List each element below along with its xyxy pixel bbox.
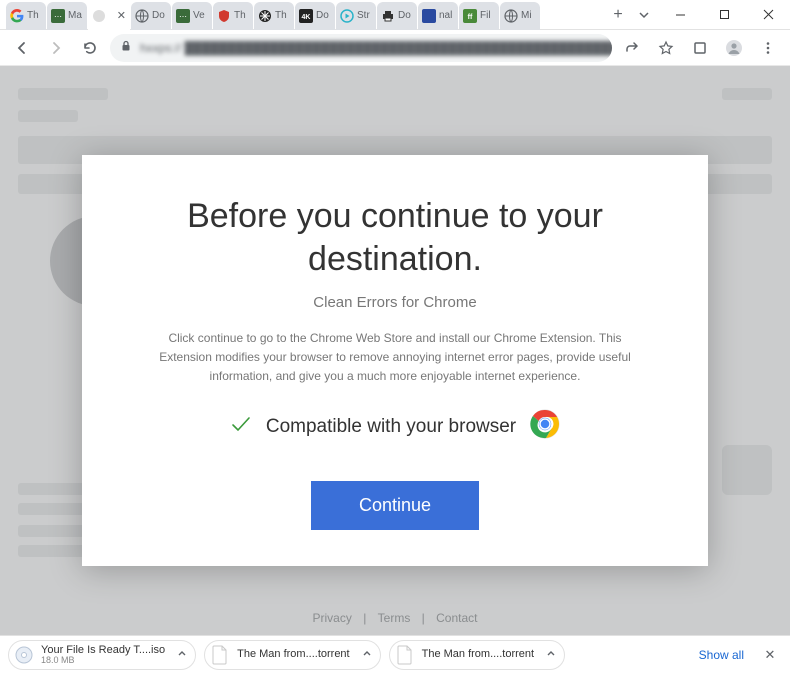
downloads-show-all-link[interactable]: Show all xyxy=(699,648,744,662)
browser-toolbar: hxxps:// ███████████████████████████████… xyxy=(0,30,790,66)
globe-icon xyxy=(504,9,518,23)
window-minimize-button[interactable] xyxy=(658,0,702,30)
tab-label: Th xyxy=(27,10,39,21)
tab-label: Do xyxy=(152,10,165,21)
menu-button[interactable] xyxy=(754,34,782,62)
window-controls xyxy=(658,0,790,30)
footer-sep: | xyxy=(422,611,425,625)
skeleton-block xyxy=(722,445,772,495)
burst-icon xyxy=(258,9,272,23)
tab-label: Mi xyxy=(521,10,532,21)
browser-tab[interactable]: ⋯ Ma xyxy=(47,2,87,30)
modal-description: Click continue to go to the Chrome Web S… xyxy=(132,329,658,387)
url-text: hxxps:// ███████████████████████████████… xyxy=(140,41,612,55)
tab-label: Ve xyxy=(193,10,205,21)
svg-text:⋯: ⋯ xyxy=(54,12,62,21)
browser-tab[interactable]: 4K Do xyxy=(295,2,335,30)
browser-tab[interactable]: Do xyxy=(377,2,417,30)
svg-text:ff: ff xyxy=(468,14,473,21)
share-button[interactable] xyxy=(618,34,646,62)
chevron-up-icon[interactable] xyxy=(362,648,372,661)
google-icon xyxy=(10,9,24,23)
downloads-close-button[interactable]: ✕ xyxy=(758,643,782,667)
svg-text:⋯: ⋯ xyxy=(179,12,187,21)
browser-tab[interactable]: ⋯ Ve xyxy=(172,2,212,30)
skeleton-line xyxy=(18,88,108,100)
4k-icon: 4K xyxy=(299,9,313,23)
square-icon xyxy=(422,9,436,23)
browser-tab[interactable]: Th xyxy=(213,2,253,30)
ff-icon: ff xyxy=(463,9,477,23)
download-name: The Man from....torrent xyxy=(237,648,349,660)
modal-heading: Before you continue to your destination. xyxy=(132,195,658,280)
window-titlebar: Th ⋯ Ma ✕ Do ⋯ Ve Th Th 4K Do Str Do nal ff Fil Mi + xyxy=(0,0,790,30)
downloads-bar: Your File Is Ready T....iso18.0 MB The Ma… xyxy=(0,635,790,673)
tab-overflow-button[interactable] xyxy=(630,9,658,21)
browser-tab[interactable]: Str xyxy=(336,2,376,30)
reload-button[interactable] xyxy=(76,34,104,62)
green-icon: ⋯ xyxy=(51,9,65,23)
download-name: The Man from....torrent xyxy=(422,648,534,660)
play-icon xyxy=(340,9,354,23)
download-item[interactable]: Your File Is Ready T....iso18.0 MB xyxy=(8,640,196,670)
browser-tab[interactable]: Mi xyxy=(500,2,540,30)
footer-contact-link[interactable]: Contact xyxy=(436,611,477,625)
green-icon: ⋯ xyxy=(176,9,190,23)
shield-icon xyxy=(217,9,231,23)
browser-tab[interactable]: ✕ xyxy=(88,2,130,30)
tab-label: nal xyxy=(439,10,452,21)
skeleton-line xyxy=(722,88,772,100)
tab-strip: Th ⋯ Ma ✕ Do ⋯ Ve Th Th 4K Do Str Do nal ff Fil Mi xyxy=(0,0,606,30)
disc-icon xyxy=(13,644,35,666)
profile-button[interactable] xyxy=(720,34,748,62)
download-item[interactable]: The Man from....torrent xyxy=(389,640,565,670)
printer-icon xyxy=(381,9,395,23)
extensions-button[interactable] xyxy=(686,34,714,62)
chevron-up-icon[interactable] xyxy=(177,648,187,661)
download-item[interactable]: The Man from....torrent xyxy=(204,640,380,670)
footer-sep: | xyxy=(363,611,366,625)
window-maximize-button[interactable] xyxy=(702,0,746,30)
chevron-up-icon[interactable] xyxy=(546,648,556,661)
globe-icon xyxy=(135,9,149,23)
file-icon xyxy=(209,644,231,666)
bookmark-button[interactable] xyxy=(652,34,680,62)
tab-label: Fil xyxy=(480,10,491,21)
tab-label: Do xyxy=(316,10,329,21)
footer-terms-link[interactable]: Terms xyxy=(378,611,411,625)
browser-tab[interactable]: Do xyxy=(131,2,171,30)
tab-label: Th xyxy=(234,10,246,21)
browser-tab[interactable]: ff Fil xyxy=(459,2,499,30)
tab-label: Th xyxy=(275,10,287,21)
address-bar[interactable]: hxxps:// ███████████████████████████████… xyxy=(110,34,612,62)
download-size: 18.0 MB xyxy=(41,656,165,666)
tab-label: Do xyxy=(398,10,411,21)
checkmark-icon xyxy=(230,413,252,441)
page-footer-links: Privacy | Terms | Contact xyxy=(0,611,790,625)
window-close-button[interactable] xyxy=(746,0,790,30)
tab-label: Str xyxy=(357,10,370,21)
modal-subheading: Clean Errors for Chrome xyxy=(132,294,658,311)
blank-icon xyxy=(92,9,106,23)
chrome-icon xyxy=(530,409,560,445)
skeleton-line xyxy=(18,110,78,122)
browser-tab[interactable]: nal xyxy=(418,2,458,30)
forward-button[interactable] xyxy=(42,34,70,62)
lock-icon xyxy=(120,40,132,55)
modal-compat-row: Compatible with your browser xyxy=(132,409,658,445)
new-tab-button[interactable]: + xyxy=(606,3,630,27)
modal-compat-text: Compatible with your browser xyxy=(266,416,516,438)
browser-tab[interactable]: Th xyxy=(6,2,46,30)
footer-privacy-link[interactable]: Privacy xyxy=(313,611,352,625)
tab-label: Ma xyxy=(68,10,82,21)
browser-tab[interactable]: Th xyxy=(254,2,294,30)
download-name: Your File Is Ready T....iso xyxy=(41,644,165,656)
svg-text:4K: 4K xyxy=(302,14,311,21)
tab-close-icon[interactable]: ✕ xyxy=(117,9,126,22)
back-button[interactable] xyxy=(8,34,36,62)
continue-button[interactable]: Continue xyxy=(311,481,479,530)
file-icon xyxy=(394,644,416,666)
install-extension-modal: Before you continue to your destination.… xyxy=(82,155,708,566)
